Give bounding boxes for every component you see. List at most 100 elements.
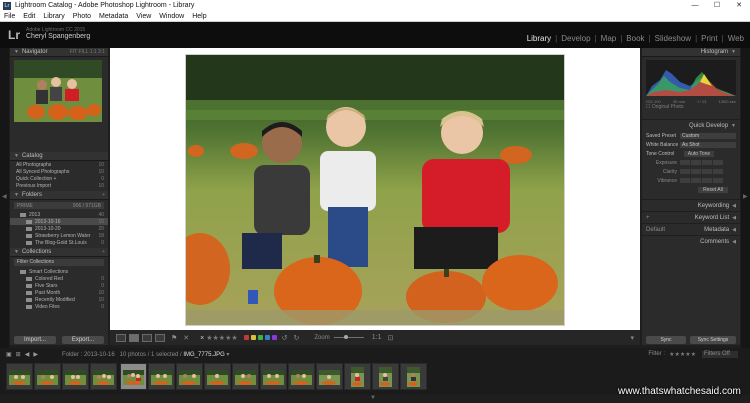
collection-five-stars[interactable]: Five Stars 0 (10, 282, 108, 289)
menu-help[interactable]: Help (188, 13, 210, 20)
grid-icon[interactable]: ⊞ (16, 351, 21, 358)
exposure-decrease[interactable] (691, 160, 701, 165)
module-library[interactable]: Library (525, 34, 553, 43)
menu-library[interactable]: Library (39, 13, 68, 20)
menu-edit[interactable]: Edit (19, 13, 39, 20)
vibrance-decrease-large[interactable] (680, 178, 690, 183)
exposure-increase[interactable] (702, 160, 712, 165)
module-print[interactable]: Print (699, 34, 719, 43)
reset-all-button[interactable]: Reset All (698, 187, 728, 193)
quick-develop-header[interactable]: Quick Develop ▼ (642, 119, 740, 131)
filter-dropdown[interactable]: Filters Off (702, 350, 738, 358)
catalog-item-all-synced[interactable]: All Synced Photographs 10 (10, 168, 108, 175)
vibrance-increase[interactable] (702, 178, 712, 183)
module-web[interactable]: Web (726, 34, 746, 43)
volume-bar[interactable]: PRIME 906 / 971GB (14, 202, 104, 209)
filmstrip-thumbnail[interactable] (6, 363, 33, 390)
collection-video-files[interactable]: Video Files 0 (10, 303, 108, 310)
second-window-icon[interactable]: ▣ (6, 351, 12, 358)
color-label-purple[interactable] (271, 335, 277, 340)
color-label-red[interactable] (243, 335, 249, 340)
white-balance-select[interactable]: As Shot (680, 141, 736, 148)
filmstrip-thumbnail[interactable] (90, 363, 117, 390)
export-button[interactable]: Export... (62, 336, 104, 344)
catalog-item-quick-collection[interactable]: Quick Collection + 0 (10, 175, 108, 182)
filmstrip-thumbnail[interactable] (288, 363, 315, 390)
add-collection-icon[interactable]: + (102, 249, 105, 255)
menu-photo[interactable]: Photo (69, 13, 95, 20)
source-path[interactable]: Folder : 2013-10-16 10 photos / 1 select… (62, 351, 229, 358)
clarity-decrease-large[interactable] (680, 169, 690, 174)
filmstrip-thumbnail[interactable] (232, 363, 259, 390)
forward-arrow-icon[interactable]: ▶ (33, 351, 38, 358)
collection-colored-red[interactable]: Colored Red 0 (10, 275, 108, 282)
navigator-zoom-options[interactable]: FIT FILL 1:1 3:1 (70, 49, 105, 55)
exposure-decrease-large[interactable] (680, 160, 690, 165)
folder-item-2013-10-16[interactable]: 2013-10-16 10 (10, 218, 108, 225)
back-arrow-icon[interactable]: ◀ (25, 351, 30, 358)
filmstrip-thumbnail[interactable] (344, 363, 371, 390)
module-slideshow[interactable]: Slideshow (653, 34, 693, 43)
histogram[interactable] (646, 60, 736, 96)
add-folder-icon[interactable]: + (102, 192, 105, 198)
ratio-icon[interactable]: 1:1 (372, 334, 382, 341)
slideshow-icon[interactable]: ⊡ (387, 334, 393, 342)
rotate-left-icon[interactable]: ↺ (282, 334, 288, 342)
reject-icon[interactable]: ✕ (183, 334, 189, 342)
import-button[interactable]: Import... (14, 336, 56, 344)
module-book[interactable]: Book (624, 34, 646, 43)
minimize-button[interactable]: — (684, 0, 706, 11)
folder-item-2013-10-20[interactable]: 2013-10-20 20 (10, 225, 108, 232)
grid-view-button[interactable] (116, 333, 126, 342)
clarity-increase-large[interactable] (713, 169, 723, 174)
keyword-list-header[interactable]: + Keyword List ◀ (642, 211, 740, 223)
histogram-header[interactable]: Histogram ▼ (642, 48, 740, 57)
rating-stars[interactable]: × ★★★★★ (200, 334, 237, 342)
filter-collections-input[interactable]: Filter Collections (14, 259, 104, 266)
collapse-left-icon[interactable]: ◀ (2, 193, 7, 200)
vibrance-increase-large[interactable] (713, 178, 723, 183)
filmstrip-thumbnail[interactable] (176, 363, 203, 390)
clarity-decrease[interactable] (691, 169, 701, 174)
rotate-right-icon[interactable]: ↻ (294, 334, 300, 342)
add-keyword-icon[interactable]: + (642, 215, 650, 221)
saved-preset-select[interactable]: Custom (680, 132, 736, 139)
catalog-header[interactable]: ▼ Catalog (10, 152, 108, 161)
menu-metadata[interactable]: Metadata (95, 13, 132, 20)
navigator-header[interactable]: ▼ Navigator FIT FILL 1:1 3:1 (10, 48, 108, 57)
close-button[interactable]: ✕ (728, 0, 750, 11)
toolbar-menu-icon[interactable]: ▾ (630, 334, 634, 342)
filter-stars[interactable]: ★★★★★ (669, 351, 696, 358)
filmstrip-thumbnail[interactable] (62, 363, 89, 390)
filmstrip-thumbnail-selected[interactable] (120, 363, 147, 390)
vibrance-decrease[interactable] (691, 178, 701, 183)
main-photo[interactable] (186, 55, 564, 325)
left-panel-edge[interactable]: ◀ (0, 48, 9, 348)
collapse-right-icon[interactable]: ▶ (743, 193, 748, 200)
original-photo-checkbox[interactable]: ☐ Original Photo (642, 104, 740, 111)
comments-header[interactable]: Comments ◀ (642, 235, 740, 247)
zoom-slider[interactable] (333, 335, 364, 339)
navigator-preview[interactable] (14, 60, 102, 122)
catalog-item-previous-import[interactable]: Previous Import 10 (10, 182, 108, 189)
collections-header[interactable]: ▼ Collections + (10, 248, 108, 257)
folder-item-blog-gold[interactable]: The Blog-Gold St.Louis 0 (10, 239, 108, 246)
menu-file[interactable]: File (0, 13, 19, 20)
sync-button[interactable]: Sync (646, 336, 686, 344)
color-label-blue[interactable] (264, 335, 270, 340)
filmstrip-thumbnail[interactable] (400, 363, 427, 390)
collection-smart-collections[interactable]: Smart Collections (10, 268, 108, 275)
filmstrip-thumbnail[interactable] (260, 363, 287, 390)
filmstrip-thumbnail[interactable] (204, 363, 231, 390)
metadata-header[interactable]: Default Metadata ◀ (642, 223, 740, 235)
loupe-view-button[interactable] (129, 333, 139, 342)
module-develop[interactable]: Develop (559, 34, 592, 43)
maximize-button[interactable]: ☐ (706, 0, 728, 11)
collection-recently-modified[interactable]: Recently Modified 10 (10, 296, 108, 303)
collection-past-month[interactable]: Past Month 10 (10, 289, 108, 296)
hide-filmstrip-icon[interactable]: ▼ (370, 395, 376, 401)
right-panel-edge[interactable]: ▶ (741, 48, 750, 348)
filmstrip-thumbnail[interactable] (34, 363, 61, 390)
remove-rating-icon[interactable]: × (200, 335, 204, 342)
folder-item-2013[interactable]: 2013 40 (10, 211, 108, 218)
